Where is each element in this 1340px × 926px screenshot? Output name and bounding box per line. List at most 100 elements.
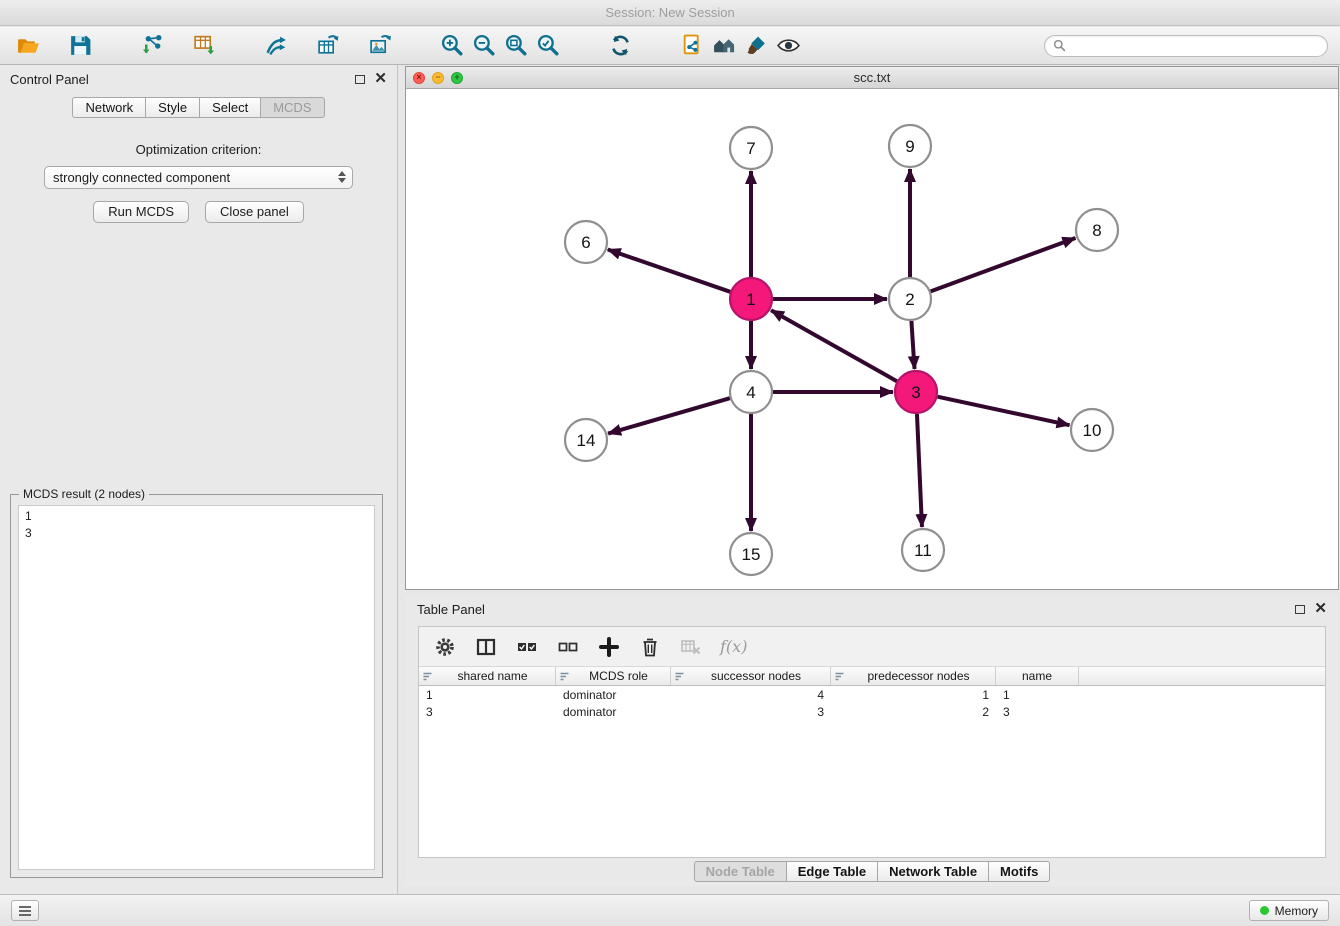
network-window-title: scc.txt	[406, 70, 1338, 85]
select-all-button[interactable]	[515, 635, 539, 659]
graph-node-label: 11	[914, 541, 932, 560]
analyzer-button[interactable]	[708, 30, 740, 62]
close-window-button[interactable]: ×	[413, 72, 425, 84]
column-header-name[interactable]: name	[996, 667, 1079, 685]
tab-select[interactable]: Select	[199, 97, 261, 118]
minimize-window-button[interactable]: −	[432, 72, 444, 84]
zoom-selected-button[interactable]	[532, 30, 564, 62]
graph-node-label: 2	[905, 290, 914, 309]
tab-motifs[interactable]: Motifs	[988, 861, 1050, 882]
tab-style[interactable]: Style	[145, 97, 200, 118]
status-bar: Memory	[0, 894, 1340, 926]
refresh-button[interactable]	[604, 30, 636, 62]
cell-predecessor-nodes[interactable]: 1	[831, 688, 996, 702]
eye-icon	[776, 33, 801, 58]
float-panel-icon[interactable]	[355, 75, 365, 84]
sort-icon	[422, 671, 433, 682]
zoom-in-button[interactable]	[436, 30, 468, 62]
tab-node-table[interactable]: Node Table	[694, 861, 787, 882]
cell-mcds-role[interactable]: dominator	[556, 705, 671, 719]
mcds-result-line: 3	[25, 525, 368, 542]
close-table-panel-icon[interactable]: ✕	[1314, 604, 1327, 614]
graph-edge-3-11[interactable]	[917, 414, 922, 527]
copy-view-button[interactable]	[676, 30, 708, 62]
graph-edge-4-14[interactable]	[608, 398, 730, 433]
graph-edge-2-3[interactable]	[911, 321, 914, 369]
cell-successor-nodes[interactable]: 4	[671, 688, 831, 702]
table-arrow-icon	[316, 33, 341, 58]
show-details-button[interactable]	[772, 30, 804, 62]
column-header-shared-name[interactable]: shared name	[419, 667, 556, 685]
gear-icon	[434, 636, 456, 658]
style-brush-button[interactable]	[740, 30, 772, 62]
column-header-successor-nodes[interactable]: successor nodes	[671, 667, 831, 685]
import-table-button[interactable]	[188, 30, 220, 62]
export-image-icon	[368, 33, 393, 58]
cell-shared-name[interactable]: 3	[419, 705, 556, 719]
zoom-out-button[interactable]	[468, 30, 500, 62]
toolbar-search[interactable]	[1044, 35, 1328, 57]
control-panel-header: Control Panel ✕	[0, 65, 397, 93]
column-header-predecessor-nodes[interactable]: predecessor nodes	[831, 667, 996, 685]
graph-node-label: 3	[911, 383, 920, 402]
document-share-icon	[680, 33, 705, 58]
fork-network-button[interactable]	[260, 30, 292, 62]
export-image-button[interactable]	[364, 30, 396, 62]
delete-table-button	[679, 635, 703, 659]
show-panels-button[interactable]	[11, 900, 39, 921]
close-panel-icon[interactable]: ✕	[374, 74, 387, 84]
graph-node-label: 1	[746, 290, 755, 309]
delete-row-button[interactable]	[638, 635, 662, 659]
tab-mcds[interactable]: MCDS	[260, 97, 324, 118]
graph-node-label: 10	[1083, 421, 1102, 440]
maximize-window-button[interactable]: +	[451, 72, 463, 84]
mcds-result-list[interactable]: 1 3	[18, 505, 375, 870]
deselect-all-button[interactable]	[556, 635, 580, 659]
add-row-button[interactable]	[597, 635, 621, 659]
table-row[interactable]: 1 dominator 4 1 1	[419, 686, 1325, 703]
open-session-button[interactable]	[12, 30, 44, 62]
checked-boxes-icon	[516, 636, 538, 658]
paintbrush-icon	[744, 33, 769, 58]
show-columns-button[interactable]	[474, 635, 498, 659]
search-input[interactable]	[1071, 38, 1319, 54]
network-window-titlebar: scc.txt × − +	[406, 67, 1338, 89]
column-header-mcds-role[interactable]: MCDS role	[556, 667, 671, 685]
columns-icon	[475, 636, 497, 658]
optimization-criterion-select[interactable]: strongly connected component	[44, 166, 353, 189]
table-settings-button[interactable]	[433, 635, 457, 659]
tab-network[interactable]: Network	[72, 97, 146, 118]
cell-predecessor-nodes[interactable]: 2	[831, 705, 996, 719]
window-titlebar: Session: New Session	[0, 0, 1340, 26]
zoom-fit-button[interactable]	[500, 30, 532, 62]
tab-network-table[interactable]: Network Table	[877, 861, 989, 882]
run-mcds-button[interactable]: Run MCDS	[93, 201, 189, 223]
cell-name[interactable]: 3	[996, 705, 1079, 719]
unchecked-boxes-icon	[557, 636, 579, 658]
memory-button[interactable]: Memory	[1249, 900, 1329, 921]
graph-edge-3-1[interactable]	[771, 310, 897, 381]
save-session-button[interactable]	[64, 30, 96, 62]
import-network-button[interactable]	[136, 30, 168, 62]
function-builder-button: f(x)	[720, 637, 747, 656]
close-panel-button[interactable]: Close panel	[205, 201, 304, 223]
window-title: Session: New Session	[605, 5, 734, 20]
cell-successor-nodes[interactable]: 3	[671, 705, 831, 719]
graph-node-label: 14	[577, 431, 596, 450]
cell-name[interactable]: 1	[996, 688, 1079, 702]
cell-mcds-role[interactable]: dominator	[556, 688, 671, 702]
memory-status-dot	[1260, 906, 1269, 915]
zoom-fit-icon	[504, 33, 529, 58]
new-table-from-network-button[interactable]	[312, 30, 344, 62]
graph-edge-2-8[interactable]	[931, 238, 1076, 291]
import-network-icon	[140, 33, 165, 58]
table-row[interactable]: 3 dominator 3 2 3	[419, 703, 1325, 720]
network-graph[interactable]: 7968124314101511	[406, 90, 1338, 590]
float-table-panel-icon[interactable]	[1295, 605, 1305, 614]
cell-shared-name[interactable]: 1	[419, 688, 556, 702]
network-view[interactable]: 7968124314101511	[406, 90, 1338, 589]
trash-icon	[639, 636, 661, 658]
graph-edge-3-10[interactable]	[938, 397, 1070, 426]
tab-edge-table[interactable]: Edge Table	[786, 861, 878, 882]
graph-edge-1-6[interactable]	[608, 250, 730, 292]
